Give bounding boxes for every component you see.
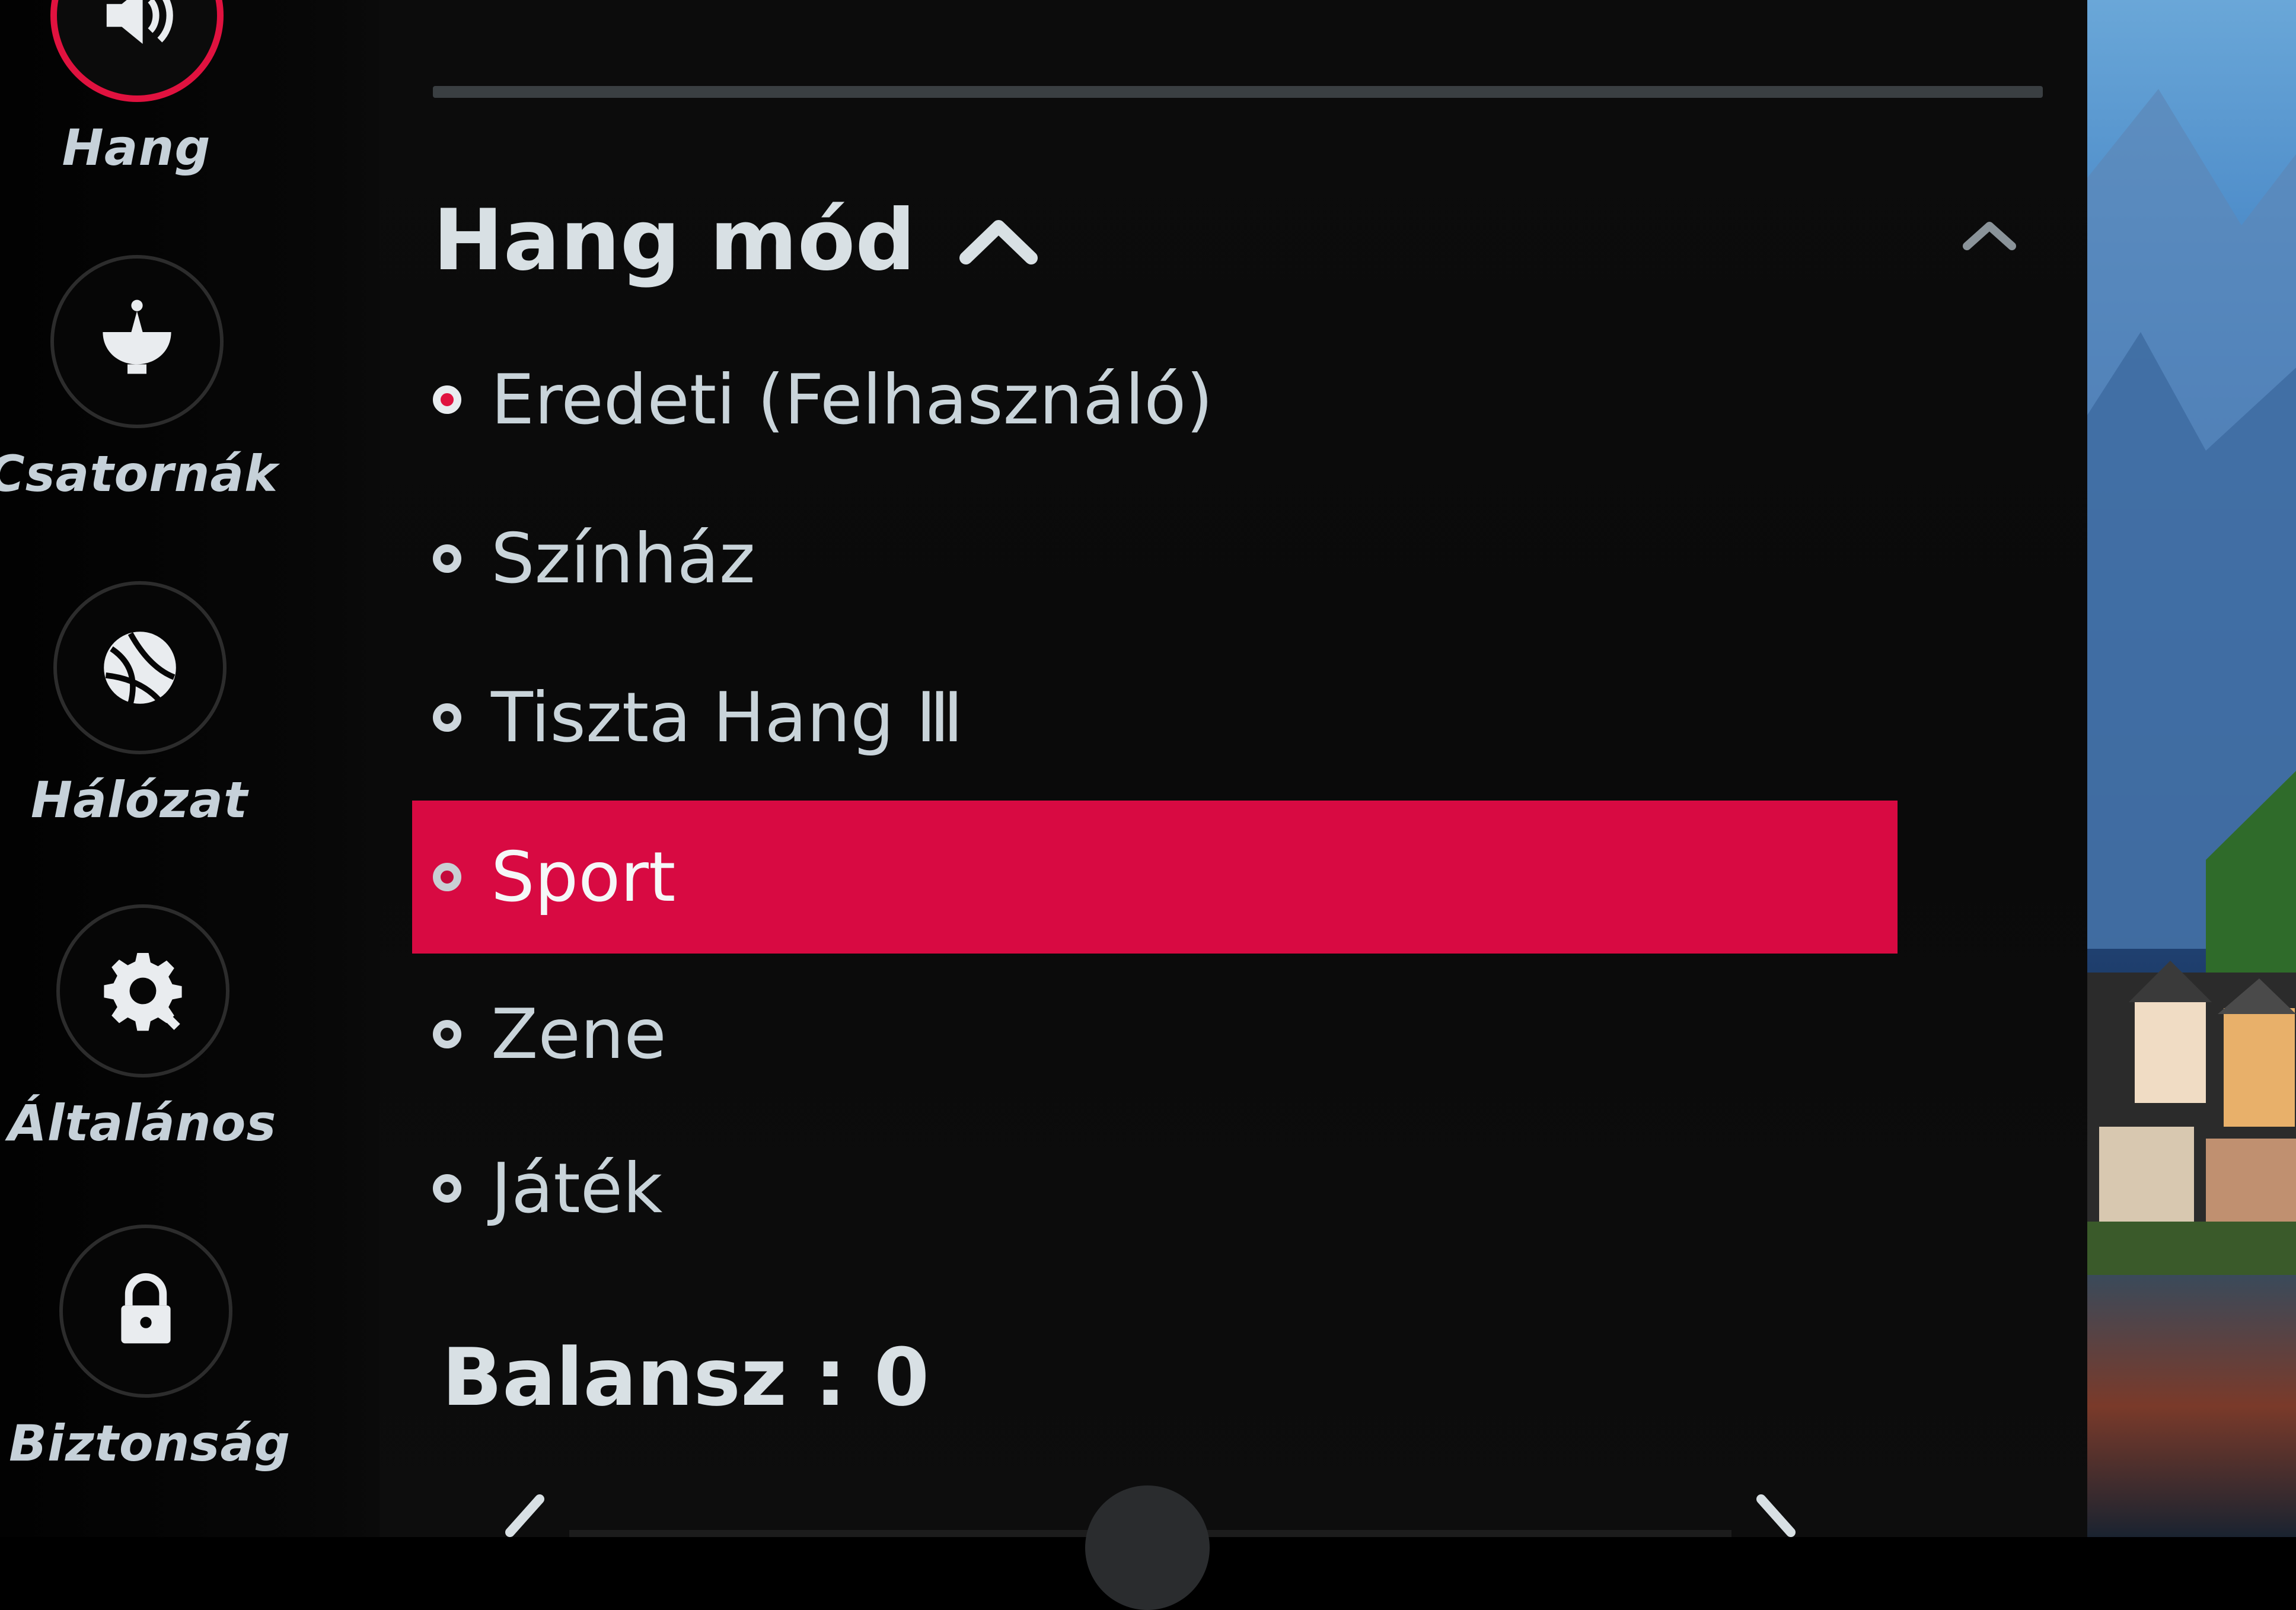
lock-icon xyxy=(59,1225,232,1398)
option-label: Tiszta Hang Ⅲ xyxy=(491,677,964,758)
chevron-up-icon xyxy=(959,220,1038,264)
radio-icon xyxy=(433,703,461,732)
sound-mode-option[interactable]: Színház xyxy=(412,482,1898,635)
option-label: Színház xyxy=(491,518,755,599)
sidebar-item-label: Hálózat xyxy=(30,771,248,829)
sidebar-item-label: Biztonság xyxy=(9,1414,291,1472)
chevron-up-icon xyxy=(1963,222,2016,250)
sidebar-item-altalanos[interactable]: Általános xyxy=(6,904,276,1165)
divider xyxy=(433,86,2043,98)
chevron-left-icon[interactable] xyxy=(498,1494,551,1537)
background-picture xyxy=(2087,0,2296,1537)
chevron-right-icon[interactable] xyxy=(1749,1494,1803,1537)
option-label: Játék xyxy=(491,1148,663,1229)
sidebar-item-halozat[interactable]: Hálózat xyxy=(3,581,252,842)
option-label: Zene xyxy=(491,994,667,1075)
sound-mode-header[interactable]: Hang mód xyxy=(433,191,1040,289)
radio-icon xyxy=(433,1174,461,1203)
sidebar-item-label: Csatornák xyxy=(0,445,278,503)
radio-icon xyxy=(433,1020,461,1048)
option-label: Eredeti (Felhasználó) xyxy=(491,359,1213,440)
collapse-button[interactable] xyxy=(1957,213,2022,255)
radio-icon xyxy=(433,863,461,891)
globe-network-icon xyxy=(53,581,227,754)
satellite-dish-icon xyxy=(50,255,224,428)
section-title: Hang mód xyxy=(433,191,916,289)
sound-mode-option[interactable]: Zene xyxy=(412,958,1898,1111)
speaker-icon xyxy=(50,0,224,102)
sidebar-item-hang[interactable]: Hang xyxy=(0,0,249,190)
gear-wrench-icon xyxy=(56,904,229,1077)
sound-mode-option-focused[interactable]: Sport xyxy=(412,801,1898,954)
radio-icon xyxy=(433,544,461,573)
sidebar-item-csatornak[interactable]: Csatornák xyxy=(0,255,278,516)
sound-mode-option[interactable]: Eredeti (Felhasználó) xyxy=(412,323,1898,476)
balance-slider-handle[interactable] xyxy=(1085,1485,1210,1610)
sound-mode-option[interactable]: Tiszta Hang Ⅲ xyxy=(412,641,1898,794)
sidebar-item-label: Hang xyxy=(62,119,211,177)
category-sidebar: Hang Csatornák Hálózat Általános Biztons… xyxy=(0,0,380,1537)
sidebar-item-label: Általános xyxy=(8,1094,277,1152)
balance-label: Balansz : 0 xyxy=(442,1331,930,1424)
option-label: Sport xyxy=(491,837,676,917)
sidebar-item-biztonsag[interactable]: Biztonság xyxy=(9,1225,290,1485)
sound-mode-option[interactable]: Játék xyxy=(412,1112,1898,1265)
radio-checked-icon xyxy=(433,385,461,414)
